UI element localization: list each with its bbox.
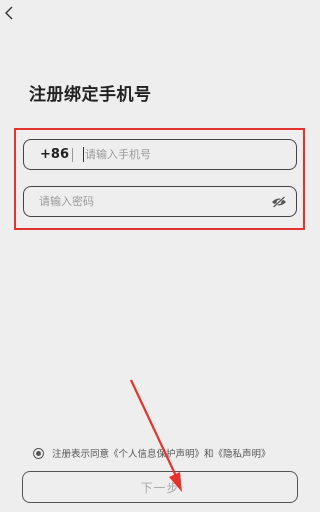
privacy-statement-link[interactable]: 《隐私声明》	[214, 446, 271, 460]
page-title: 注册绑定手机号	[29, 85, 152, 105]
agreement-and: 和	[204, 449, 214, 460]
eye-off-icon[interactable]	[270, 195, 288, 209]
annotation-arrow	[130, 379, 182, 492]
password-input[interactable]	[39, 195, 270, 208]
next-step-button[interactable]: 下一步	[22, 471, 298, 503]
phone-field[interactable]: +86	[23, 139, 297, 170]
agreement-prefix: 注册表示同意	[52, 449, 110, 460]
phone-input[interactable]	[85, 148, 296, 161]
chevron-left-icon	[5, 6, 13, 20]
agreement-row: 注册表示同意 《个人信息保护声明》 和 《隐私声明》	[33, 446, 271, 460]
country-code[interactable]: +86	[40, 147, 69, 162]
divider	[72, 147, 73, 162]
password-field[interactable]	[23, 186, 297, 217]
privacy-protection-link[interactable]: 《个人信息保护声明》	[109, 446, 204, 460]
agreement-radio[interactable]	[33, 447, 44, 459]
back-button[interactable]	[2, 4, 16, 22]
text-cursor	[83, 147, 84, 162]
radio-dot	[36, 450, 41, 456]
